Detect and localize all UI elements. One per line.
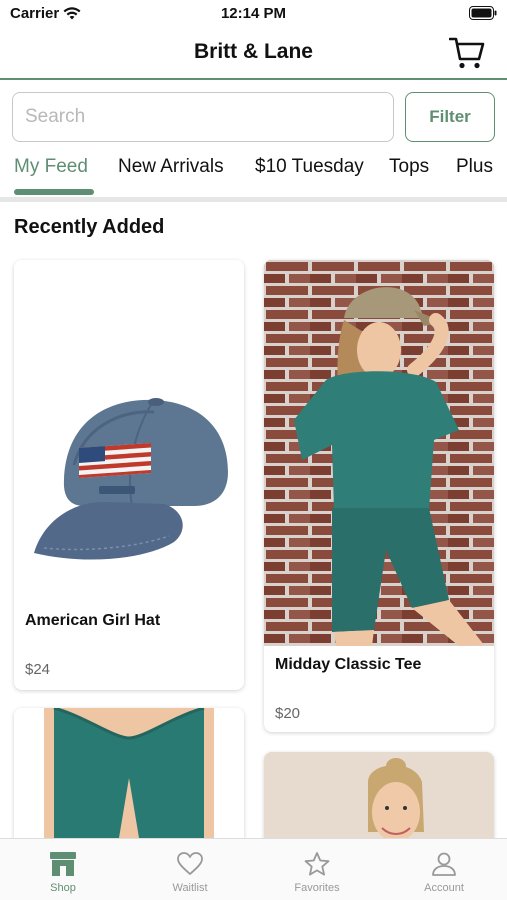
nav-bar: Britt & Lane (0, 28, 507, 80)
tab-my-feed[interactable]: My Feed (14, 156, 88, 178)
active-tab-indicator (14, 189, 94, 195)
tab-bar-favorites[interactable]: Favorites (254, 839, 380, 900)
clock: 12:14 PM (220, 5, 287, 22)
tab-new-arrivals[interactable]: New Arrivals (118, 156, 224, 178)
product-price: $20 (275, 705, 301, 722)
category-tabs: My Feed New Arrivals $10 Tuesday Tops Pl… (0, 148, 507, 202)
tab-bar-shop[interactable]: Shop (0, 839, 126, 900)
heart-icon (177, 852, 203, 875)
product-card-tee[interactable]: Midday Classic Tee $20 (264, 260, 494, 732)
search-row: Filter (12, 92, 495, 142)
shop-icon (50, 852, 76, 876)
product-image-tee (264, 260, 494, 646)
bottom-tab-bar: Shop Waitlist Favorites Account (0, 838, 507, 900)
section-title: Recently Added (14, 216, 165, 238)
cart-icon[interactable] (449, 36, 485, 70)
status-bar: Carrier 12:14 PM (0, 0, 507, 28)
product-name: American Girl Hat (25, 612, 161, 629)
search-input[interactable] (12, 92, 394, 142)
product-image-hat (14, 260, 244, 600)
filter-button[interactable]: Filter (405, 92, 495, 142)
product-card-hat[interactable]: American Girl Hat $24 (14, 260, 244, 690)
tab-bar-label: Waitlist (172, 882, 208, 894)
tab-tops[interactable]: Tops (389, 156, 429, 178)
star-icon (304, 852, 330, 876)
tab-plus[interactable]: Plus (456, 156, 493, 178)
person-icon (432, 852, 456, 876)
battery-icon (469, 6, 497, 20)
tab-bar-waitlist[interactable]: Waitlist (127, 839, 253, 900)
tab-10-tuesday[interactable]: $10 Tuesday (255, 156, 364, 178)
product-name: Midday Classic Tee (275, 656, 422, 673)
tab-bar-label: Shop (50, 882, 76, 894)
tab-bar-label: Account (424, 882, 464, 894)
tab-bar-account[interactable]: Account (381, 839, 507, 900)
tab-bar-label: Favorites (294, 882, 340, 894)
store-title: Britt & Lane (193, 40, 313, 63)
product-price: $24 (25, 661, 51, 678)
